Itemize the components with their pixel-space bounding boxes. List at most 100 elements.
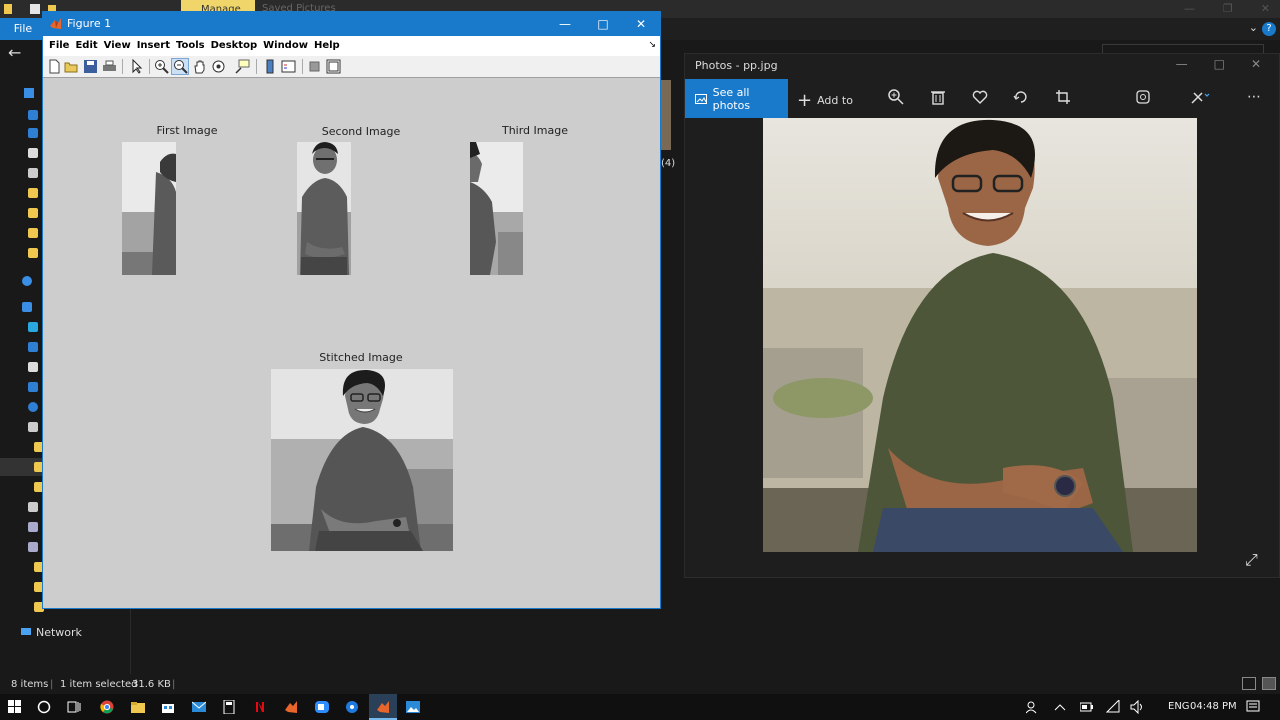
chevron-down-icon[interactable]: ⌄ bbox=[1249, 21, 1258, 34]
pictures-icon[interactable] bbox=[28, 422, 38, 432]
language-indicator[interactable]: ENG bbox=[1168, 701, 1190, 712]
volume-icon[interactable] bbox=[1130, 700, 1146, 714]
enhance-icon[interactable] bbox=[1134, 89, 1152, 107]
menu-window[interactable]: Window bbox=[261, 36, 312, 56]
menu-view[interactable]: View bbox=[102, 36, 135, 56]
menu-desktop[interactable]: Desktop bbox=[209, 36, 262, 56]
photo-viewer-image[interactable] bbox=[763, 118, 1197, 552]
mail-icon[interactable] bbox=[192, 700, 206, 714]
maximize-icon[interactable]: □ bbox=[1214, 57, 1225, 71]
menu-file[interactable]: File bbox=[47, 36, 73, 56]
menu-help[interactable]: Help bbox=[312, 36, 344, 56]
chrome-icon[interactable] bbox=[100, 700, 114, 714]
netflix-icon[interactable] bbox=[253, 700, 267, 714]
zoom-icon[interactable] bbox=[887, 89, 905, 107]
task-view-icon[interactable] bbox=[67, 700, 81, 714]
file-explorer-icon[interactable] bbox=[131, 700, 145, 714]
clock-time[interactable]: 04:48 PM bbox=[1190, 701, 1254, 712]
drive-icon[interactable] bbox=[28, 542, 38, 552]
show-plot-tools-icon[interactable] bbox=[326, 59, 341, 74]
heart-icon[interactable] bbox=[971, 89, 989, 107]
close-icon[interactable]: ✕ bbox=[622, 12, 660, 36]
photos-app-icon[interactable] bbox=[406, 700, 420, 714]
matlab-taskbar-icon[interactable] bbox=[284, 700, 298, 714]
documents-icon[interactable] bbox=[28, 362, 38, 372]
insert-colorbar-icon[interactable] bbox=[262, 59, 277, 74]
music-icon[interactable] bbox=[28, 402, 38, 412]
restore-icon[interactable]: ❐ bbox=[1223, 2, 1233, 15]
help-icon[interactable]: ? bbox=[1262, 22, 1276, 36]
notifications-icon[interactable] bbox=[1246, 700, 1260, 714]
documents-folder-icon[interactable] bbox=[28, 148, 38, 158]
folder-icon[interactable] bbox=[28, 228, 38, 238]
minimize-icon[interactable]: — bbox=[1184, 2, 1195, 15]
edit-plot-arrow-icon[interactable] bbox=[129, 59, 144, 74]
zoom-app-icon[interactable] bbox=[315, 700, 329, 714]
3d-objects-icon[interactable] bbox=[28, 322, 38, 332]
open-file-icon[interactable] bbox=[64, 59, 79, 74]
folder-icon[interactable] bbox=[28, 208, 38, 218]
close-icon[interactable]: ✕ bbox=[1261, 2, 1270, 15]
new-figure-icon[interactable] bbox=[47, 59, 62, 74]
second-image-axes[interactable] bbox=[297, 142, 351, 275]
file-thumbnail[interactable] bbox=[661, 80, 671, 150]
drive-icon[interactable] bbox=[28, 522, 38, 532]
third-image-axes[interactable] bbox=[470, 142, 523, 275]
data-cursor-icon[interactable] bbox=[235, 59, 250, 74]
star-icon[interactable] bbox=[24, 88, 34, 98]
hide-plot-tools-icon[interactable] bbox=[307, 59, 322, 74]
stitched-image-axes[interactable] bbox=[271, 369, 453, 551]
menu-edit[interactable]: Edit bbox=[73, 36, 101, 56]
matlab-active-icon[interactable] bbox=[376, 700, 390, 714]
downloads-icon[interactable] bbox=[28, 382, 38, 392]
desktop-icon[interactable] bbox=[28, 342, 38, 352]
print-icon[interactable] bbox=[102, 59, 117, 74]
rotate-icon[interactable] bbox=[1012, 89, 1030, 107]
dock-arrow-icon[interactable]: ↘ bbox=[648, 40, 656, 50]
large-icons-view-icon[interactable] bbox=[1262, 677, 1276, 690]
people-icon[interactable] bbox=[1026, 700, 1040, 714]
chevron-up-icon[interactable] bbox=[1054, 702, 1066, 712]
file-menu-button[interactable]: File bbox=[0, 18, 46, 40]
folder-icon[interactable] bbox=[28, 248, 38, 258]
downloads-folder-icon[interactable] bbox=[28, 128, 38, 138]
windows-start-icon[interactable] bbox=[8, 700, 22, 714]
insert-legend-icon[interactable] bbox=[281, 59, 296, 74]
back-arrow-icon[interactable]: ← bbox=[8, 43, 21, 62]
see-all-photos-button[interactable]: See all photos bbox=[685, 79, 788, 118]
this-pc-icon[interactable] bbox=[22, 302, 32, 312]
menu-tools[interactable]: Tools bbox=[174, 36, 209, 56]
maximize-icon[interactable]: □ bbox=[584, 12, 622, 36]
onedrive-icon[interactable] bbox=[22, 276, 32, 286]
edit-create-icon[interactable] bbox=[1190, 89, 1210, 107]
delete-icon[interactable] bbox=[929, 89, 947, 107]
folder-icon[interactable] bbox=[28, 188, 38, 198]
minimize-icon[interactable]: — bbox=[546, 12, 584, 36]
menu-insert[interactable]: Insert bbox=[135, 36, 174, 56]
first-image-axes[interactable] bbox=[122, 142, 176, 275]
pictures-folder-icon[interactable] bbox=[28, 168, 38, 178]
pan-hand-icon[interactable] bbox=[192, 59, 207, 74]
first-image-grayscale-crop bbox=[122, 153, 176, 275]
zoom-out-icon[interactable] bbox=[173, 59, 188, 74]
close-icon[interactable]: ✕ bbox=[1251, 57, 1261, 71]
nav-item-network[interactable]: Network bbox=[36, 626, 82, 639]
battery-icon[interactable] bbox=[1080, 702, 1094, 712]
expand-fullscreen-icon[interactable]: ⤢ bbox=[1245, 550, 1258, 570]
app-gear-icon[interactable] bbox=[345, 700, 359, 714]
search-circle-icon[interactable] bbox=[37, 700, 51, 714]
more-options-icon[interactable]: ⋯ bbox=[1245, 89, 1263, 107]
save-icon[interactable] bbox=[83, 59, 98, 74]
rotate-3d-icon[interactable] bbox=[211, 59, 226, 74]
stitched-image-grayscale bbox=[271, 369, 453, 551]
details-view-icon[interactable] bbox=[1242, 677, 1256, 690]
zoom-in-icon[interactable] bbox=[154, 59, 169, 74]
minimize-icon[interactable]: — bbox=[1176, 57, 1188, 71]
store-icon[interactable] bbox=[161, 700, 175, 714]
desktop-folder-icon[interactable] bbox=[28, 110, 38, 120]
crop-icon[interactable] bbox=[1054, 89, 1072, 107]
videos-icon[interactable] bbox=[28, 502, 38, 512]
wifi-icon[interactable] bbox=[1106, 700, 1120, 714]
calculator-icon[interactable] bbox=[222, 700, 236, 714]
add-to-button[interactable]: + Add to bbox=[797, 90, 853, 111]
